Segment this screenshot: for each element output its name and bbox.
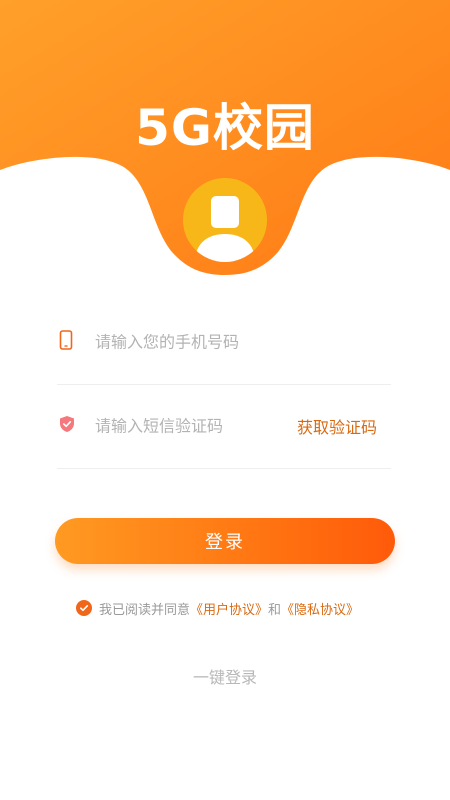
phone-icon	[59, 330, 73, 354]
agreement-prefix: 我已阅读并同意	[99, 602, 191, 618]
agreement-row: 我已阅读并同意 《用户协议》 和 《隐私协议》	[76, 598, 359, 618]
user-agreement-link[interactable]: 《用户协议》	[190, 599, 268, 618]
phone-input[interactable]	[93, 331, 287, 353]
check-icon[interactable]	[76, 600, 92, 616]
code-field-row: 获取验证码	[57, 384, 391, 469]
get-code-button[interactable]: 获取验证码	[297, 414, 377, 438]
user-avatar-icon	[183, 178, 267, 262]
privacy-agreement-link[interactable]: 《隐私协议》	[281, 599, 359, 618]
phone-field-row	[57, 300, 391, 385]
sms-code-input[interactable]	[93, 415, 287, 437]
agreement-connector: 和	[268, 602, 282, 618]
shield-icon	[59, 415, 75, 437]
app-logo-text: 5G校园	[135, 99, 315, 157]
login-button[interactable]: 登录	[55, 518, 395, 564]
quick-login-button[interactable]: 一键登录	[0, 664, 450, 688]
